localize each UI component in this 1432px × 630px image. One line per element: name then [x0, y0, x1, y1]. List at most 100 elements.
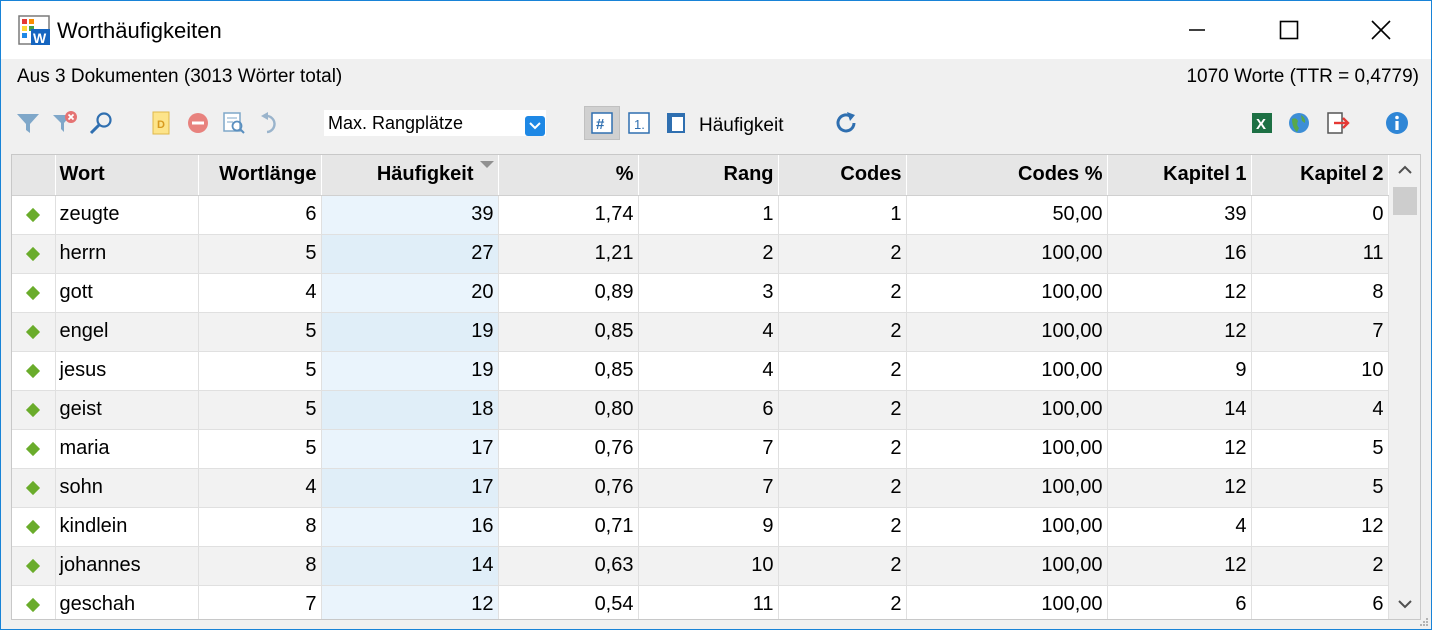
cell-haeufigkeit: 19	[321, 351, 499, 391]
table-row[interactable]: geist 5 18 0,80 6 2 100,00 14 4	[12, 390, 1389, 430]
row-marker	[12, 351, 56, 391]
maximize-icon	[1279, 20, 1299, 40]
column-header-marker[interactable]	[12, 155, 56, 196]
summary-bar: Aus 3 Dokumenten (3013 Wörter total) 107…	[1, 59, 1431, 97]
word-frequency-table: Wort Wortlänge Häufigkeit % Rang Codes C…	[11, 154, 1421, 620]
preview-icon[interactable]	[220, 109, 248, 137]
svg-text:D: D	[157, 119, 165, 131]
chevron-down-icon[interactable]	[525, 116, 545, 136]
search-icon[interactable]	[87, 109, 115, 137]
cell-wort: maria	[55, 429, 199, 469]
cell-wortlaenge: 5	[198, 351, 322, 391]
resize-grip-icon[interactable]	[1419, 617, 1429, 627]
table-row[interactable]: herrn 5 27 1,21 2 2 100,00 16 11	[12, 234, 1389, 274]
cell-percent: 0,76	[498, 429, 639, 469]
column-header-haeufigkeit-label: Häufigkeit	[376, 163, 474, 186]
row-marker	[12, 507, 56, 547]
column-header-codes[interactable]: Codes	[778, 155, 907, 196]
scroll-down-button[interactable]	[1389, 589, 1420, 619]
table-row[interactable]: sohn 4 17 0,76 7 2 100,00 12 5	[12, 468, 1389, 508]
cell-kapitel-1: 6	[1107, 585, 1252, 619]
table-row[interactable]: zeugte 6 39 1,74 1 1 50,00 39 0	[12, 195, 1389, 235]
hash-toggle-icon[interactable]: #	[584, 106, 620, 140]
cell-codes-percent: 50,00	[906, 195, 1108, 235]
cell-haeufigkeit: 14	[321, 546, 499, 586]
table-row[interactable]: geschah 7 12 0,54 11 2 100,00 6 6	[12, 585, 1389, 619]
cell-kapitel-1: 16	[1107, 234, 1252, 274]
cell-percent: 1,74	[498, 195, 639, 235]
minimize-button[interactable]	[1151, 1, 1243, 59]
diamond-icon	[26, 363, 41, 379]
cell-wort: geist	[55, 390, 199, 430]
refresh-icon[interactable]	[832, 109, 860, 137]
table-row[interactable]: jesus 5 19 0,85 4 2 100,00 9 10	[12, 351, 1389, 391]
cell-codes-percent: 100,00	[906, 312, 1108, 352]
cell-kapitel-1: 12	[1107, 273, 1252, 313]
cell-kapitel-2: 8	[1251, 273, 1389, 313]
web-export-icon[interactable]	[1285, 109, 1313, 137]
table-row[interactable]: engel 5 19 0,85 4 2 100,00 12 7	[12, 312, 1389, 352]
cell-codes-percent: 100,00	[906, 585, 1108, 619]
cell-kapitel-2: 0	[1251, 195, 1389, 235]
column-header-wortlaenge[interactable]: Wortlänge	[198, 155, 322, 196]
svg-text:X: X	[1256, 116, 1266, 133]
column-header-haeufigkeit[interactable]: Häufigkeit	[321, 155, 499, 196]
maximize-button[interactable]	[1243, 1, 1335, 59]
table-row[interactable]: kindlein 8 16 0,71 9 2 100,00 4 12	[12, 507, 1389, 547]
cell-wortlaenge: 8	[198, 546, 322, 586]
cell-codes: 2	[778, 351, 907, 391]
row-marker	[12, 468, 56, 508]
clear-filter-icon[interactable]	[51, 109, 79, 137]
close-button[interactable]	[1335, 1, 1427, 59]
column-header-percent[interactable]: %	[498, 155, 639, 196]
diamond-icon	[26, 597, 41, 613]
max-rank-dropdown[interactable]: Max. Rangplätze	[323, 109, 547, 137]
column-header-codes-percent[interactable]: Codes %	[906, 155, 1108, 196]
cell-codes: 2	[778, 585, 907, 619]
scroll-thumb[interactable]	[1393, 187, 1417, 215]
cell-codes-percent: 100,00	[906, 468, 1108, 508]
column-header-rang[interactable]: Rang	[638, 155, 779, 196]
cell-kapitel-2: 11	[1251, 234, 1389, 274]
row-marker	[12, 585, 56, 619]
cell-kapitel-1: 4	[1107, 507, 1252, 547]
export-icon[interactable]	[1323, 109, 1351, 137]
excel-export-icon[interactable]: X	[1248, 109, 1276, 137]
table-row[interactable]: gott 4 20 0,89 3 2 100,00 12 8	[12, 273, 1389, 313]
cell-codes-percent: 100,00	[906, 546, 1108, 586]
table-row[interactable]: johannes 8 14 0,63 10 2 100,00 12 2	[12, 546, 1389, 586]
delete-icon[interactable]	[184, 109, 212, 137]
cell-wort: johannes	[55, 546, 199, 586]
column-header-wort[interactable]: Wort	[55, 155, 199, 196]
cell-wortlaenge: 7	[198, 585, 322, 619]
close-icon	[1371, 20, 1391, 40]
scroll-up-button[interactable]	[1389, 155, 1420, 185]
cell-wort: sohn	[55, 468, 199, 508]
cell-wortlaenge: 4	[198, 468, 322, 508]
cell-haeufigkeit: 19	[321, 312, 499, 352]
cell-percent: 0,85	[498, 351, 639, 391]
cell-rang: 7	[638, 468, 779, 508]
rank-toggle-icon[interactable]: 1.	[625, 109, 653, 137]
cell-codes: 2	[778, 546, 907, 586]
cell-wortlaenge: 5	[198, 390, 322, 430]
cell-codes-percent: 100,00	[906, 429, 1108, 469]
column-header-kapitel-1[interactable]: Kapitel 1	[1107, 155, 1252, 196]
cell-haeufigkeit: 39	[321, 195, 499, 235]
cell-rang: 4	[638, 351, 779, 391]
undo-icon[interactable]	[257, 109, 285, 137]
vertical-scrollbar[interactable]	[1389, 155, 1420, 619]
page-icon[interactable]	[662, 109, 690, 137]
document-icon[interactable]: D	[147, 109, 175, 137]
info-icon[interactable]	[1383, 109, 1411, 137]
cell-rang: 1	[638, 195, 779, 235]
cell-codes-percent: 100,00	[906, 507, 1108, 547]
table-row[interactable]: maria 5 17 0,76 7 2 100,00 12 5	[12, 429, 1389, 469]
cell-wort: jesus	[55, 351, 199, 391]
cell-wort: herrn	[55, 234, 199, 274]
cell-rang: 9	[638, 507, 779, 547]
cell-rang: 2	[638, 234, 779, 274]
cell-kapitel-2: 7	[1251, 312, 1389, 352]
filter-icon[interactable]	[14, 109, 42, 137]
column-header-kapitel-2[interactable]: Kapitel 2	[1251, 155, 1389, 196]
